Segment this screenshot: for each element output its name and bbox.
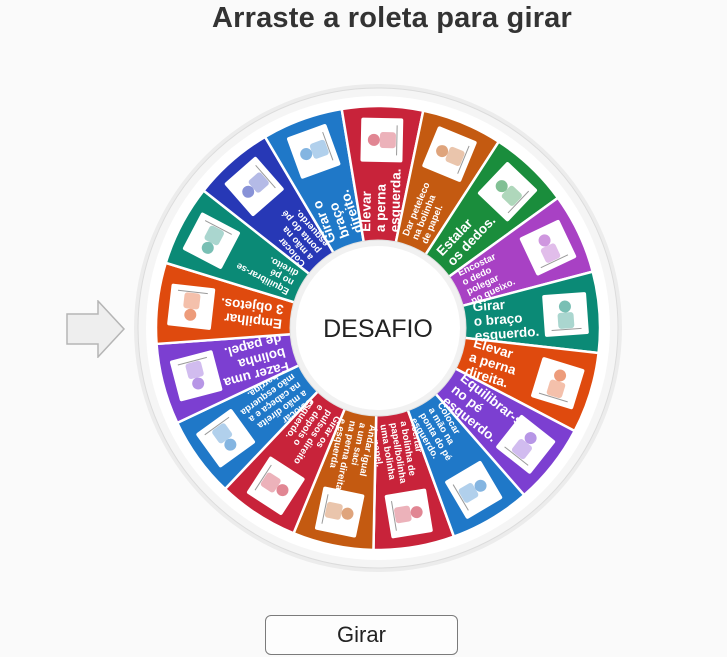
stack-icon (167, 283, 216, 330)
arrow-right-icon (66, 299, 126, 363)
hopping-icon (314, 486, 365, 538)
center-label: DESAFIO (323, 315, 433, 343)
leg-raise-icon (360, 117, 404, 163)
spin-button[interactable]: Girar (265, 615, 458, 655)
paper-ball-throw-icon (384, 488, 433, 539)
arm-swing-icon (542, 292, 589, 337)
